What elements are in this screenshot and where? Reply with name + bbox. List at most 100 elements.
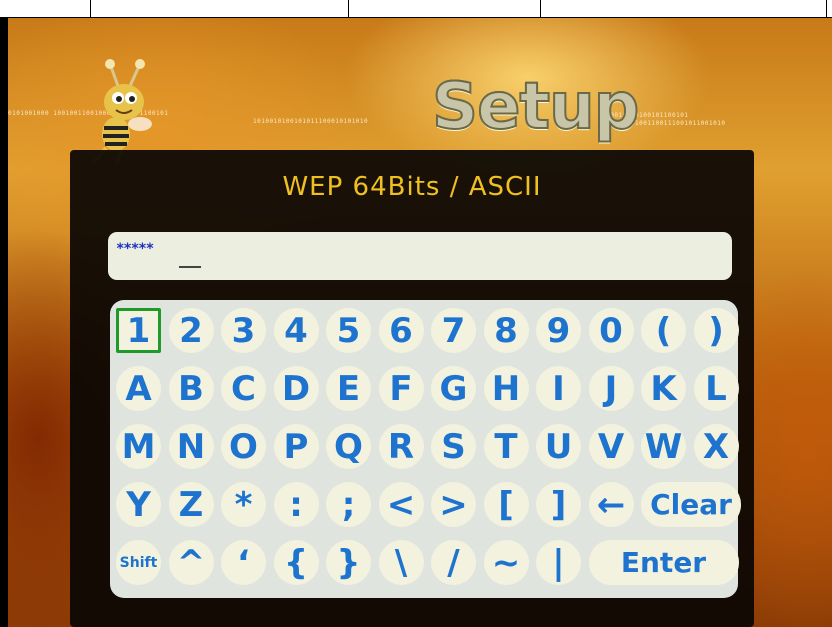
key-label: ~: [491, 542, 521, 583]
key-tilde[interactable]: ~: [483, 540, 529, 585]
key-label: 2: [179, 310, 203, 351]
key-left-bracket[interactable]: [: [483, 482, 529, 527]
key-label: H: [491, 368, 521, 409]
key-label: U: [544, 426, 573, 467]
key-a[interactable]: A: [116, 366, 161, 411]
key-label: Shift: [119, 554, 158, 571]
key-9[interactable]: 9: [536, 308, 581, 353]
key-label: ): [708, 310, 724, 351]
key-g[interactable]: G: [431, 366, 476, 411]
key-label: 8: [494, 310, 518, 351]
key-6[interactable]: 6: [378, 308, 424, 353]
key-greater-than[interactable]: >: [431, 482, 476, 527]
key-less-than[interactable]: <: [378, 482, 424, 527]
key-8[interactable]: 8: [483, 308, 529, 353]
key-colon[interactable]: :: [273, 482, 319, 527]
top-divider: [826, 0, 827, 17]
key-d[interactable]: D: [273, 366, 319, 411]
key-label: (: [655, 310, 672, 351]
key-m[interactable]: M: [116, 424, 161, 469]
key-left-brace[interactable]: {: [273, 540, 319, 585]
key-e[interactable]: E: [326, 366, 371, 411]
key-backspace[interactable]: ←: [588, 482, 634, 527]
key-semicolon[interactable]: ;: [326, 482, 371, 527]
key-v[interactable]: V: [588, 424, 634, 469]
key-label: D: [281, 368, 311, 409]
key-slash[interactable]: /: [431, 540, 476, 585]
setup-title: Setup: [431, 69, 640, 145]
key-1[interactable]: 1: [116, 308, 161, 353]
key-pipe[interactable]: |: [536, 540, 581, 585]
key-label: Clear: [650, 487, 732, 521]
key-label: <: [386, 484, 416, 525]
key-i[interactable]: I: [536, 366, 581, 411]
key-label: \: [394, 542, 408, 583]
key-label: :: [289, 484, 303, 525]
key-label: 0: [599, 310, 623, 351]
key-h[interactable]: H: [483, 366, 529, 411]
key-3[interactable]: 3: [221, 308, 266, 353]
key-w[interactable]: W: [641, 424, 686, 469]
key-b[interactable]: B: [168, 366, 214, 411]
key-7[interactable]: 7: [431, 308, 476, 353]
key-label: X: [702, 426, 730, 467]
key-enter[interactable]: Enter: [588, 540, 739, 585]
key-s[interactable]: S: [431, 424, 476, 469]
top-strip: [0, 0, 832, 18]
key-right-paren[interactable]: ): [693, 308, 739, 353]
key-c[interactable]: C: [221, 366, 266, 411]
key-label: Y: [126, 484, 151, 525]
key-label: I: [552, 368, 565, 409]
text-cursor: [179, 266, 201, 268]
key-y[interactable]: Y: [116, 482, 161, 527]
key-o[interactable]: O: [221, 424, 266, 469]
key-label: ‘: [237, 542, 250, 583]
key-u[interactable]: U: [536, 424, 581, 469]
key-clear[interactable]: Clear: [641, 482, 741, 527]
key-left-paren[interactable]: (: [641, 308, 686, 353]
key-label: A: [125, 368, 152, 409]
key-label: O: [229, 426, 258, 467]
key-2[interactable]: 2: [168, 308, 214, 353]
key-f[interactable]: F: [378, 366, 424, 411]
key-label: F: [389, 368, 413, 409]
key-label: B: [178, 368, 204, 409]
key-t[interactable]: T: [483, 424, 529, 469]
key-quote[interactable]: ‘: [221, 540, 266, 585]
key-backslash[interactable]: \: [378, 540, 424, 585]
key-label: S: [441, 426, 466, 467]
key-4[interactable]: 4: [273, 308, 319, 353]
key-label: ;: [341, 484, 356, 525]
key-caret[interactable]: ^: [168, 540, 214, 585]
key-z[interactable]: Z: [168, 482, 214, 527]
key-label: >: [439, 484, 468, 525]
key-j[interactable]: J: [588, 366, 634, 411]
key-n[interactable]: N: [168, 424, 214, 469]
dialog-title: WEP 64Bits / ASCII: [282, 172, 542, 202]
key-label: 7: [441, 310, 466, 351]
key-asterisk[interactable]: *: [221, 482, 266, 527]
key-5[interactable]: 5: [326, 308, 371, 353]
key-p[interactable]: P: [273, 424, 319, 469]
key-right-bracket[interactable]: ]: [536, 482, 581, 527]
key-x[interactable]: X: [693, 424, 739, 469]
key-0[interactable]: 0: [588, 308, 634, 353]
key-label: N: [176, 426, 206, 467]
key-label: Z: [178, 484, 204, 525]
key-shift[interactable]: Shift: [116, 540, 161, 585]
wep-key-dialog: WEP 64Bits / ASCII ***** 1 2 3 4 5 6 7 8 9 0() A B C…: [70, 150, 754, 627]
key-label: Enter: [620, 545, 707, 579]
key-input-field[interactable]: *****: [108, 232, 732, 280]
key-label: |: [552, 542, 565, 583]
key-label: R: [387, 426, 415, 467]
key-q[interactable]: Q: [326, 424, 371, 469]
key-right-brace[interactable]: }: [326, 540, 371, 585]
key-r[interactable]: R: [378, 424, 424, 469]
key-k[interactable]: K: [641, 366, 686, 411]
key-l[interactable]: L: [693, 366, 739, 411]
onscreen-keyboard: 1 2 3 4 5 6 7 8 9 0 () A B C D E F G H I J K L M N O P Q R S T U V W X Y Z *:…: [110, 300, 741, 598]
key-label: [: [498, 484, 514, 525]
key-label: P: [283, 426, 309, 467]
key-label: {: [283, 542, 309, 583]
key-label: C: [231, 368, 256, 409]
